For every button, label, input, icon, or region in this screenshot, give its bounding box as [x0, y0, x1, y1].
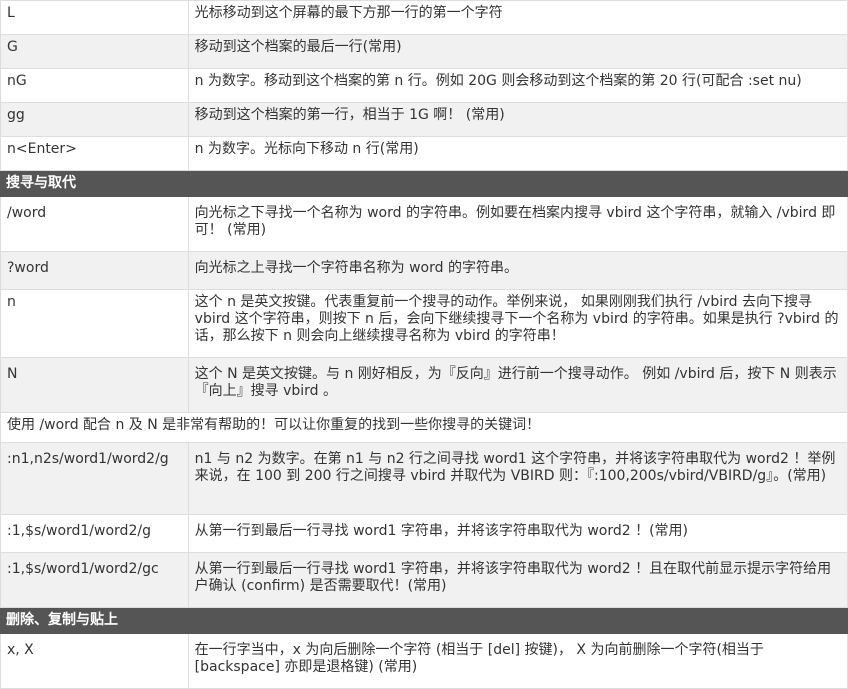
note-row: 使用 /word 配合 n 及 N 是非常有帮助的！可以让你重复的找到一些你搜寻…	[0, 412, 848, 443]
command-key: N	[0, 357, 189, 413]
note-text: 使用 /word 配合 n 及 N 是非常有帮助的！可以让你重复的找到一些你搜寻…	[0, 412, 848, 443]
section-title: 搜寻与取代	[0, 170, 848, 197]
command-description: 移动到这个档案的第一行，相当于 1G 啊！ (常用)	[187, 102, 848, 137]
command-description: 向光标之下寻找一个名称为 word 的字符串。例如要在档案内搜寻 vbird 这…	[187, 196, 848, 252]
section-header-delete: 删除、复制与贴上	[0, 607, 848, 634]
command-key: x, X	[0, 633, 189, 689]
command-description: n 为数字。移动到这个档案的第 n 行。例如 20G 则会移动到这个档案的第 2…	[187, 68, 848, 103]
table-row: L 光标移动到这个屏幕的最下方那一行的第一个字符	[0, 0, 848, 35]
command-description: 这个 n 是英文按键。代表重复前一个搜寻的动作。举例来说， 如果刚刚我们执行 /…	[187, 289, 848, 358]
command-description: n1 与 n2 为数字。在第 n1 与 n2 行之间寻找 word1 这个字符串…	[187, 442, 848, 515]
command-key: L	[0, 0, 189, 35]
command-description: 向光标之上寻找一个字符串名称为 word 的字符串。	[187, 251, 848, 290]
table-row: n 这个 n 是英文按键。代表重复前一个搜寻的动作。举例来说， 如果刚刚我们执行…	[0, 289, 848, 358]
command-key: nG	[0, 68, 189, 103]
command-key: :1,$s/word1/word2/gc	[0, 552, 189, 608]
command-key: /word	[0, 196, 189, 252]
command-description: 从第一行到最后一行寻找 word1 字符串，并将该字符串取代为 word2 ！且…	[187, 552, 848, 608]
table-row: :1,$s/word1/word2/g 从第一行到最后一行寻找 word1 字符…	[0, 514, 848, 553]
command-description: 在一行字当中，x 为向后删除一个字符 (相当于 [del] 按键)， X 为向前…	[187, 633, 848, 689]
command-description: 这个 N 是英文按键。与 n 刚好相反，为『反向』进行前一个搜寻动作。 例如 /…	[187, 357, 848, 413]
vim-command-table: L 光标移动到这个屏幕的最下方那一行的第一个字符 G 移动到这个档案的最后一行(…	[0, 0, 848, 689]
command-key: gg	[0, 102, 189, 137]
table-row: ?word 向光标之上寻找一个字符串名称为 word 的字符串。	[0, 251, 848, 290]
command-key: :1,$s/word1/word2/g	[0, 514, 189, 553]
table-row: :1,$s/word1/word2/gc 从第一行到最后一行寻找 word1 字…	[0, 552, 848, 608]
command-description: 从第一行到最后一行寻找 word1 字符串，并将该字符串取代为 word2 ！(…	[187, 514, 848, 553]
table-row: G 移动到这个档案的最后一行(常用)	[0, 34, 848, 69]
section-title: 删除、复制与贴上	[0, 607, 848, 634]
command-description: 移动到这个档案的最后一行(常用)	[187, 34, 848, 69]
command-key: ?word	[0, 251, 189, 290]
table-row: n<Enter> n 为数字。光标向下移动 n 行(常用)	[0, 136, 848, 171]
command-key: n	[0, 289, 189, 358]
table-row: gg 移动到这个档案的第一行，相当于 1G 啊！ (常用)	[0, 102, 848, 137]
command-description: n 为数字。光标向下移动 n 行(常用)	[187, 136, 848, 171]
table-row: nG n 为数字。移动到这个档案的第 n 行。例如 20G 则会移动到这个档案的…	[0, 68, 848, 103]
table-row: /word 向光标之下寻找一个名称为 word 的字符串。例如要在档案内搜寻 v…	[0, 196, 848, 252]
section-header-search: 搜寻与取代	[0, 170, 848, 197]
command-description: 光标移动到这个屏幕的最下方那一行的第一个字符	[187, 0, 848, 35]
table-row: N 这个 N 是英文按键。与 n 刚好相反，为『反向』进行前一个搜寻动作。 例如…	[0, 357, 848, 413]
table-row: :n1,n2s/word1/word2/g n1 与 n2 为数字。在第 n1 …	[0, 442, 848, 515]
table-row: x, X 在一行字当中，x 为向后删除一个字符 (相当于 [del] 按键)， …	[0, 633, 848, 689]
command-key: G	[0, 34, 189, 69]
command-key: n<Enter>	[0, 136, 189, 171]
command-key: :n1,n2s/word1/word2/g	[0, 442, 189, 515]
